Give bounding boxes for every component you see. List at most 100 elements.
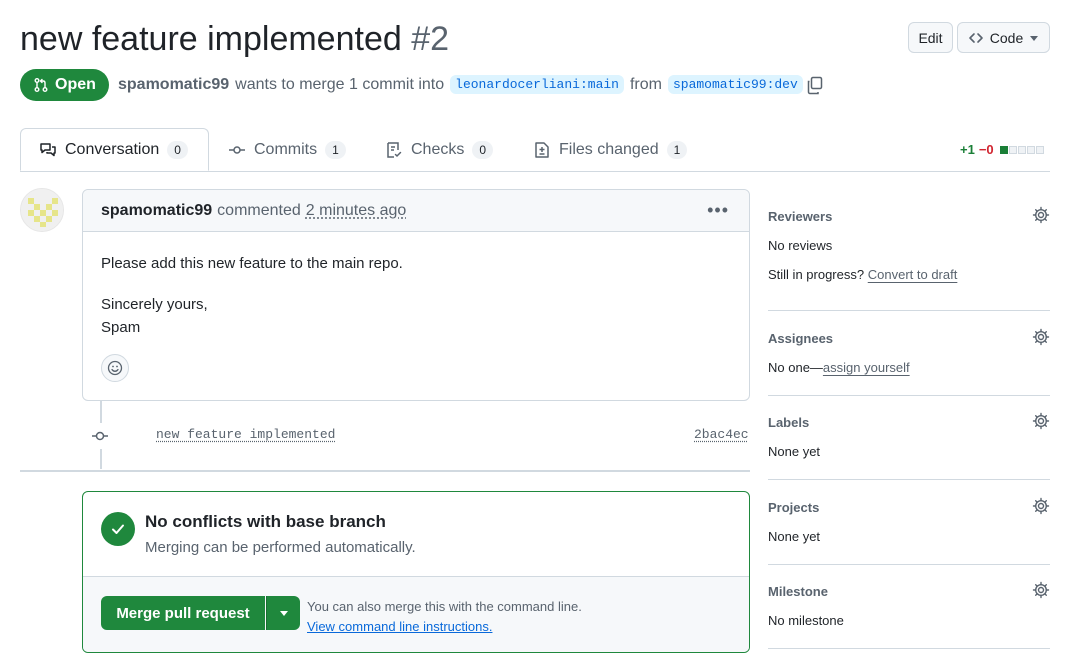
tab-conversation[interactable]: Conversation 0 bbox=[20, 128, 209, 171]
comment-author[interactable]: spamomatic99 bbox=[101, 202, 212, 220]
sidebar-assignees-prefix: No one— bbox=[768, 360, 823, 375]
sidebar-divider bbox=[768, 479, 1050, 480]
diffstat-blocks bbox=[999, 145, 1044, 154]
status-badge-label: Open bbox=[55, 76, 96, 93]
sidebar-assignees: Assignees No one—assign yourself bbox=[768, 328, 1050, 375]
edit-button[interactable]: Edit bbox=[908, 22, 953, 53]
tab-files-changed[interactable]: Files changed 1 bbox=[533, 128, 688, 171]
pr-from-text: from bbox=[629, 75, 662, 93]
diffstat-block-added bbox=[999, 145, 1008, 154]
merge-hint: You can also merge this with the command… bbox=[307, 597, 582, 637]
comment-header: spamomatic99 commented 2 minutes ago ••• bbox=[83, 190, 749, 232]
tab-conversation-count: 0 bbox=[167, 140, 188, 159]
sidebar-labels-title: Labels bbox=[768, 415, 810, 430]
pr-title: new feature implemented #2 bbox=[20, 18, 449, 60]
pr-merge-text: wants to merge 1 commit into bbox=[235, 75, 445, 93]
tab-files-changed-label: Files changed bbox=[559, 140, 659, 158]
tab-checks[interactable]: Checks 0 bbox=[385, 128, 494, 171]
sidebar-divider bbox=[768, 395, 1050, 396]
sidebar-labels-value: None yet bbox=[768, 444, 821, 459]
pr-number: #2 bbox=[411, 20, 450, 58]
diffstat-additions: +1 bbox=[960, 142, 975, 157]
commit-message-link[interactable]: new feature implemented bbox=[156, 427, 335, 442]
diffstat-block-neutral bbox=[1035, 145, 1044, 154]
sidebar-projects-value: None yet bbox=[768, 529, 821, 544]
command-line-instructions-link[interactable]: View command line instructions. bbox=[307, 617, 582, 637]
sidebar-reviewers-title: Reviewers bbox=[768, 209, 833, 224]
code-button-label: Code bbox=[989, 29, 1024, 46]
sidebar-milestone-title: Milestone bbox=[768, 584, 828, 599]
tab-conversation-label: Conversation bbox=[65, 140, 160, 158]
comment-body-line: Please add this new feature to the main … bbox=[101, 255, 403, 272]
timeline-divider bbox=[20, 470, 750, 472]
diffstat-block-neutral bbox=[1026, 145, 1035, 154]
sidebar-assignees-value: No one—assign yourself bbox=[768, 360, 1050, 375]
sidebar-divider bbox=[768, 310, 1050, 311]
sidebar-milestone-value: No milestone bbox=[768, 613, 844, 628]
tab-commits-label: Commits bbox=[254, 140, 318, 158]
pr-meta: spamomatic99 wants to merge 1 commit int… bbox=[118, 75, 803, 94]
gear-icon[interactable] bbox=[1032, 412, 1050, 430]
assign-yourself-link[interactable]: assign yourself bbox=[823, 360, 910, 375]
copy-icon[interactable] bbox=[805, 75, 825, 95]
merge-status-title: No conflicts with base branch bbox=[145, 512, 386, 531]
avatar[interactable] bbox=[20, 188, 64, 232]
base-branch[interactable]: leonardocerliani:main bbox=[450, 75, 624, 94]
sidebar-labels: Labels None yet bbox=[768, 412, 1050, 459]
pr-title-text: new feature implemented bbox=[20, 20, 402, 58]
tab-commits[interactable]: Commits 1 bbox=[228, 128, 346, 171]
comment-body-line: Sincerely yours, bbox=[101, 296, 208, 313]
kebab-horizontal-icon[interactable]: ••• bbox=[707, 200, 729, 221]
sidebar-milestone: Milestone No milestone bbox=[768, 581, 1050, 628]
tab-checks-label: Checks bbox=[411, 140, 465, 158]
diffstat-deletions: −0 bbox=[978, 142, 994, 157]
gear-icon[interactable] bbox=[1032, 206, 1050, 224]
tab-commits-count: 1 bbox=[325, 140, 346, 159]
sidebar-reviewers: Reviewers No reviews Still in progress? … bbox=[768, 206, 1050, 282]
triangle-down-icon bbox=[1030, 35, 1039, 41]
git-commit-icon bbox=[229, 145, 245, 154]
comment-timestamp[interactable]: 2 minutes ago bbox=[306, 202, 407, 220]
merge-status: No conflicts with base branch Merging ca… bbox=[83, 492, 749, 577]
check-circle-icon bbox=[101, 512, 135, 546]
identicon bbox=[21, 189, 63, 231]
tab-checks-count: 0 bbox=[472, 140, 494, 159]
add-reaction-button[interactable] bbox=[101, 354, 129, 382]
diffstat-block-neutral bbox=[1017, 145, 1026, 154]
gear-icon[interactable] bbox=[1032, 581, 1050, 599]
triangle-down-icon bbox=[279, 611, 288, 616]
merge-status-subtitle: Merging can be performed automatically. bbox=[145, 539, 416, 556]
smiley-icon bbox=[107, 360, 123, 376]
sidebar-reviewers-value: No reviews bbox=[768, 238, 833, 253]
comment-action: commented bbox=[217, 201, 301, 219]
convert-to-draft-link[interactable]: Convert to draft bbox=[868, 267, 958, 282]
diffstat-block-neutral bbox=[1008, 145, 1017, 154]
status-badge: Open bbox=[20, 69, 109, 101]
tab-files-changed-count: 1 bbox=[666, 140, 688, 159]
pr-author-link[interactable]: spamomatic99 bbox=[118, 76, 229, 94]
comment-discussion-icon bbox=[40, 142, 56, 156]
head-branch[interactable]: spamomatic99:dev bbox=[667, 75, 803, 94]
git-pull-request-icon bbox=[34, 78, 48, 92]
sidebar-divider bbox=[768, 564, 1050, 565]
merge-hint-text: You can also merge this with the command… bbox=[307, 599, 582, 614]
sidebar-projects: Projects None yet bbox=[768, 497, 1050, 544]
file-diff-icon bbox=[535, 141, 549, 158]
code-icon bbox=[968, 32, 983, 43]
merge-actions: Merge pull request You can also merge th… bbox=[83, 577, 749, 652]
merge-pull-request-button[interactable]: Merge pull request bbox=[101, 596, 265, 630]
git-commit-icon bbox=[87, 423, 113, 449]
diffstat: +1 −0 bbox=[960, 142, 1044, 157]
sidebar-reviewers-progress: Still in progress? Convert to draft bbox=[768, 267, 1050, 282]
tabs-divider bbox=[20, 171, 1050, 172]
sidebar-assignees-title: Assignees bbox=[768, 331, 834, 346]
code-button[interactable]: Code bbox=[957, 22, 1050, 53]
sidebar-progress-text: Still in progress? bbox=[768, 267, 865, 282]
checklist-icon bbox=[387, 141, 402, 158]
gear-icon[interactable] bbox=[1032, 497, 1050, 515]
comment-body-line: Spam bbox=[101, 319, 141, 336]
merge-box: No conflicts with base branch Merging ca… bbox=[82, 491, 750, 653]
merge-method-dropdown[interactable] bbox=[266, 596, 300, 630]
gear-icon[interactable] bbox=[1032, 328, 1050, 346]
commit-sha-link[interactable]: 2bac4ec bbox=[694, 427, 749, 442]
